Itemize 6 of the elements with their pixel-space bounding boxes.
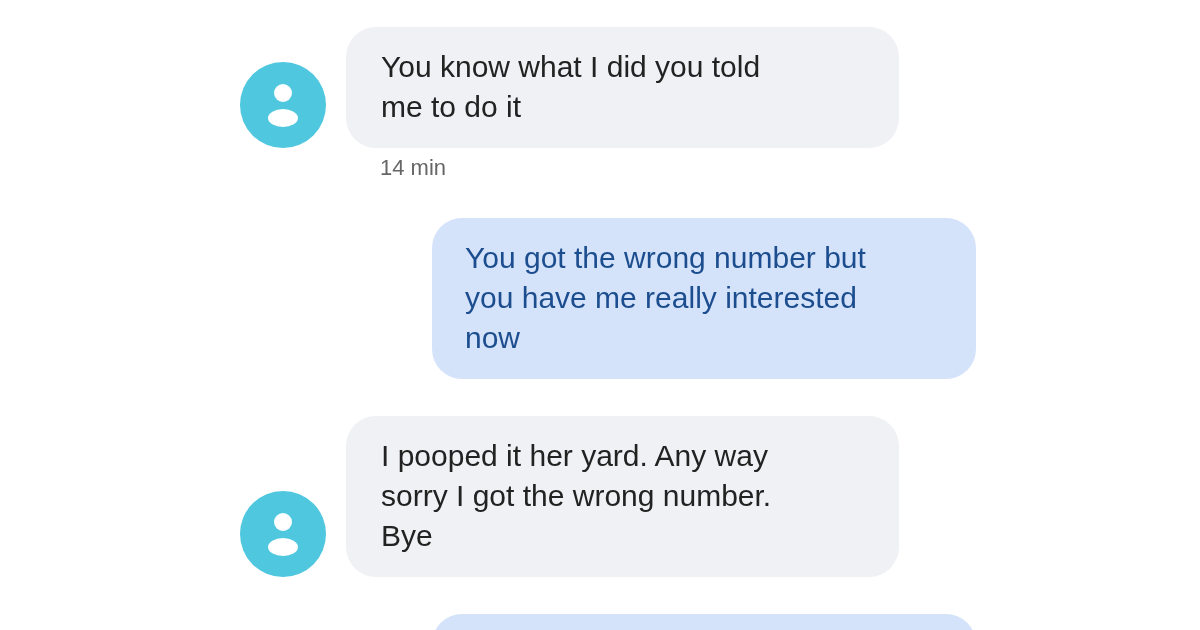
avatar-icon bbox=[240, 491, 326, 577]
message-bubble: I pooped it her yard. Any way sorry I got the wrong number. Bye bbox=[346, 416, 899, 577]
message-time: 14 min bbox=[380, 155, 448, 181]
avatar-icon bbox=[240, 62, 326, 148]
message-bubble: You know what I did you told me to do it bbox=[346, 27, 899, 148]
message-bubble: You got the wrong number but you have me really interested now bbox=[432, 218, 976, 379]
